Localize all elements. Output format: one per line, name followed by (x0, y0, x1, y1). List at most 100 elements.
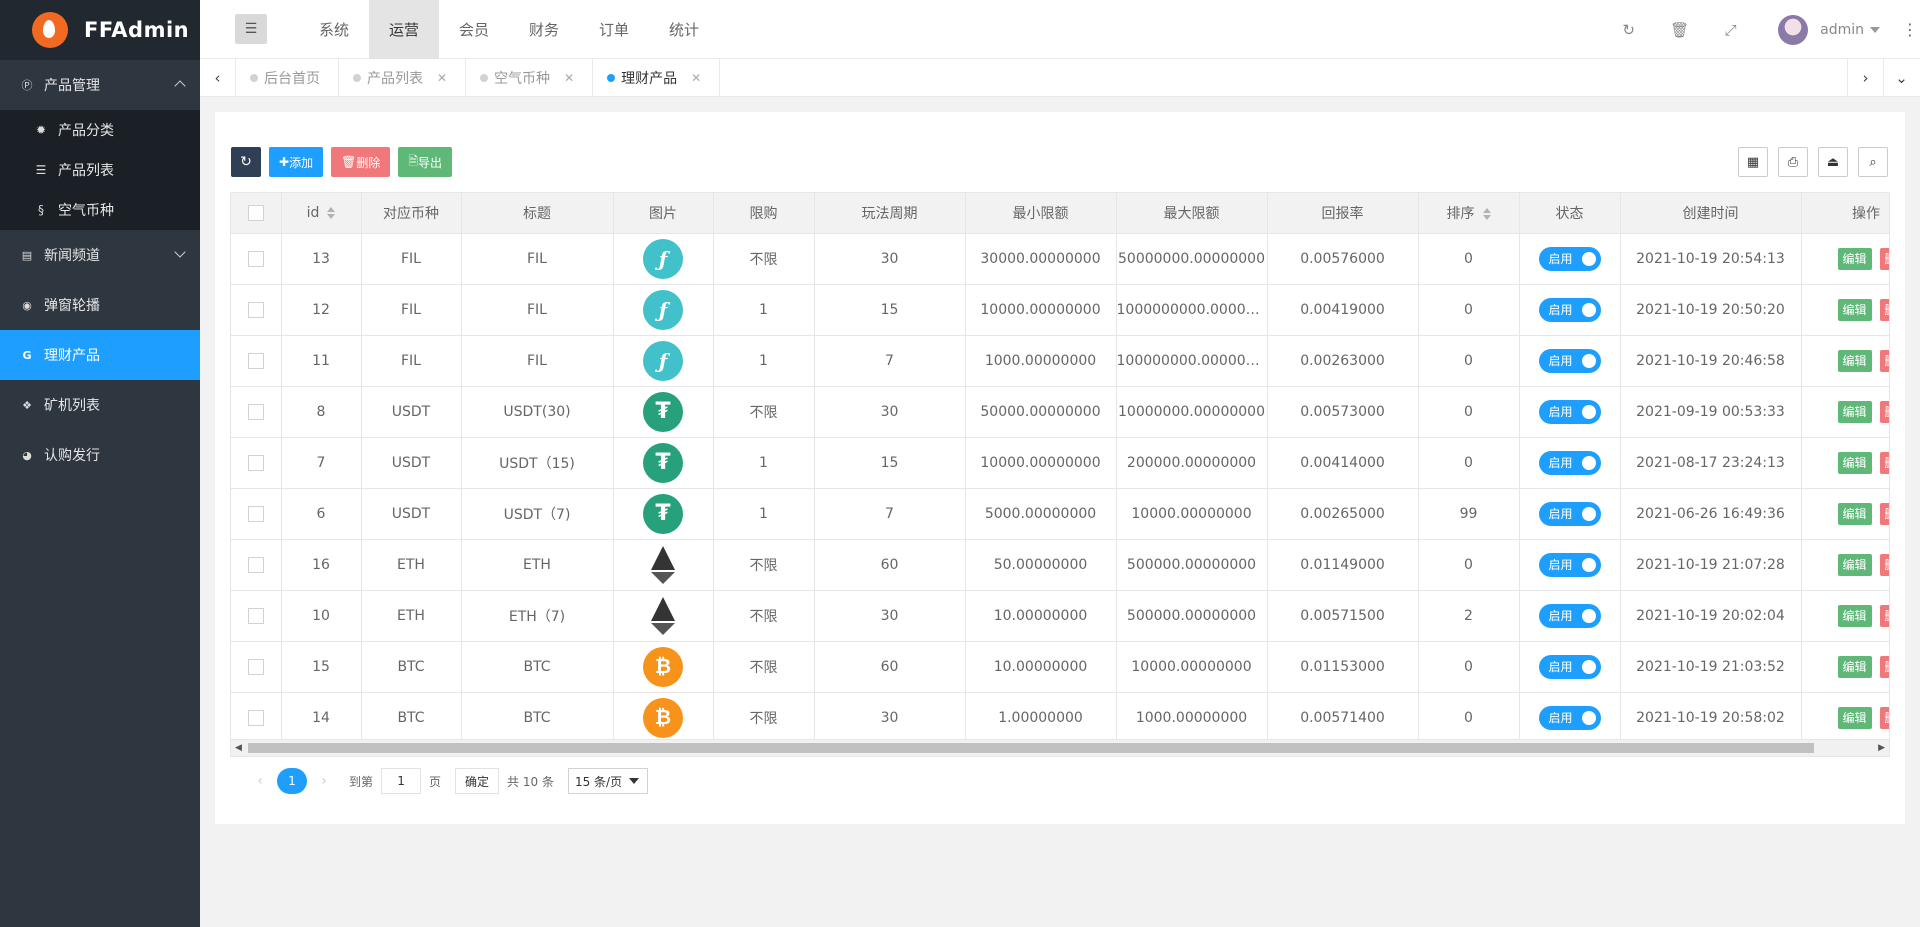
search-icon[interactable]: ⌕ (1858, 147, 1888, 177)
column-header-id[interactable]: id (281, 193, 362, 234)
top-nav-finance[interactable]: 财务 (509, 0, 579, 59)
logo[interactable]: FFAdmin (0, 0, 200, 60)
row-checkbox[interactable] (247, 658, 264, 675)
table-row[interactable]: 13 FIL FIL ƒ 不限 30 30000.00000000 50000000.0000… (231, 233, 1889, 285)
status-toggle[interactable]: 启用 (1538, 603, 1601, 628)
table-row[interactable]: 16 ETH ETH 不限 60 50.00000000 500000.00000000 0.… (231, 539, 1889, 591)
sidebar-subitem-air-coin[interactable]: § 空气币种 (0, 190, 200, 230)
sidebar-item-miners[interactable]: ❖ 矿机列表 (0, 380, 200, 430)
table-row[interactable]: 11 FIL FIL ƒ 1 7 1000.00000000 100000000.000000… (231, 335, 1889, 387)
row-delete-button[interactable]: 删除 (1879, 247, 1889, 270)
columns-icon[interactable]: ▦ (1738, 147, 1768, 177)
top-nav-orders[interactable]: 订单 (579, 0, 649, 59)
row-checkbox[interactable] (247, 556, 264, 573)
scroll-left-arrow-icon[interactable]: ◀ (235, 743, 242, 753)
sidebar-toggle-button[interactable]: ☰ (235, 14, 267, 44)
table-row[interactable]: 8 USDT USDT(30) ₮ 不限 30 50000.00000000 10000000… (231, 386, 1889, 438)
tab-financial-products[interactable]: 理财产品 ✕ (593, 59, 721, 96)
table-row[interactable]: 12 FIL FIL ƒ 1 15 10000.00000000 1000000000.000… (231, 284, 1889, 336)
tab-home[interactable]: 后台首页 (236, 59, 339, 96)
top-nav-system[interactable]: 系统 (299, 0, 369, 59)
top-nav-statistics[interactable]: 统计 (649, 0, 719, 59)
sidebar-item-subscription[interactable]: ◕ 认购发行 (0, 430, 200, 480)
status-toggle[interactable]: 启用 (1538, 399, 1601, 424)
horizontal-scrollbar[interactable]: ◀ ▶ (231, 739, 1889, 756)
edit-button[interactable]: 编辑 (1837, 502, 1872, 525)
user-menu[interactable]: admin (1756, 14, 1900, 45)
status-toggle[interactable]: 启用 (1538, 552, 1601, 577)
edit-button[interactable]: 编辑 (1837, 298, 1872, 321)
print-icon[interactable]: ⎙ (1778, 147, 1808, 177)
row-delete-button[interactable]: 删除 (1879, 451, 1889, 474)
edit-button[interactable]: 编辑 (1837, 349, 1872, 372)
row-checkbox[interactable] (247, 301, 264, 318)
top-nav-members[interactable]: 会员 (439, 0, 509, 59)
fullscreen-icon[interactable]: ⤢ (1705, 0, 1756, 59)
sort-icon[interactable] (327, 206, 336, 219)
status-toggle[interactable]: 启用 (1538, 348, 1601, 373)
row-delete-button[interactable]: 删除 (1879, 349, 1889, 372)
edit-button[interactable]: 编辑 (1837, 655, 1872, 678)
row-delete-button[interactable]: 删除 (1879, 502, 1889, 525)
next-page-icon[interactable]: › (307, 773, 341, 789)
status-toggle[interactable]: 启用 (1538, 654, 1601, 679)
status-toggle[interactable]: 启用 (1538, 297, 1601, 322)
delete-button[interactable]: 🗑 删除 (331, 147, 391, 177)
row-checkbox[interactable] (247, 403, 264, 420)
row-checkbox[interactable] (247, 454, 264, 471)
edit-button[interactable]: 编辑 (1837, 706, 1872, 729)
status-toggle[interactable]: 启用 (1538, 705, 1601, 730)
table-row[interactable]: 7 USDT USDT（15) ₮ 1 15 10000.00000000 200000.00… (231, 437, 1889, 489)
sidebar-item-popup-carousel[interactable]: ◉ 弹窗轮播 (0, 280, 200, 330)
tabs-scroll-left-icon[interactable]: ‹ (200, 59, 236, 96)
edit-button[interactable]: 编辑 (1837, 247, 1872, 270)
close-icon[interactable]: ✕ (437, 71, 447, 85)
status-toggle[interactable]: 启用 (1538, 450, 1601, 475)
sidebar-item-product-management[interactable]: Ⓟ 产品管理 (0, 60, 200, 110)
scroll-right-arrow-icon[interactable]: ▶ (1878, 743, 1885, 753)
scrollbar-thumb[interactable] (248, 743, 1814, 753)
select-all-checkbox[interactable] (247, 204, 264, 221)
page-size-select[interactable]: 15 条/页 (567, 768, 648, 794)
top-nav-operations[interactable]: 运营 (369, 0, 439, 59)
sidebar-subitem-category[interactable]: ✹ 产品分类 (0, 110, 200, 150)
row-delete-button[interactable]: 删除 (1879, 655, 1889, 678)
row-checkbox[interactable] (247, 607, 264, 624)
refresh-icon[interactable]: ↻ (1603, 0, 1654, 59)
edit-button[interactable]: 编辑 (1837, 553, 1872, 576)
tabs-scroll-right-icon[interactable]: › (1847, 59, 1883, 96)
more-vertical-icon[interactable]: ⋮ (1900, 20, 1920, 39)
refresh-button[interactable]: ↻ (231, 147, 261, 177)
row-delete-button[interactable]: 删除 (1879, 298, 1889, 321)
sort-icon[interactable] (1482, 207, 1491, 220)
row-delete-button[interactable]: 删除 (1879, 706, 1889, 729)
edit-button[interactable]: 编辑 (1837, 400, 1872, 423)
close-icon[interactable]: ✕ (564, 71, 574, 85)
row-delete-button[interactable]: 删除 (1879, 553, 1889, 576)
sidebar-item-financial-products[interactable]: G 理财产品 (0, 330, 200, 380)
column-header-sort[interactable]: 排序 (1418, 193, 1520, 234)
row-delete-button[interactable]: 删除 (1879, 604, 1889, 627)
export-button[interactable]: 🗎 导出 (398, 147, 452, 177)
confirm-page-button[interactable]: 确定 (455, 768, 500, 794)
tab-air-coin[interactable]: 空气币种 ✕ (466, 59, 594, 96)
tabs-menu-chevron-icon[interactable]: ⌄ (1883, 59, 1919, 96)
prev-page-icon[interactable]: ‹ (243, 773, 277, 789)
table-row[interactable]: 10 ETH ETH（7) 不限 30 10.00000000 500000.0000000… (231, 590, 1889, 642)
row-checkbox[interactable] (247, 505, 264, 522)
status-toggle[interactable]: 启用 (1538, 246, 1601, 271)
page-input[interactable]: 1 (381, 768, 422, 794)
row-checkbox[interactable] (247, 352, 264, 369)
table-row[interactable]: 14 BTC BTC ₿ 不限 30 1.00000000 1000.00000000 0.00… (231, 692, 1889, 744)
close-icon[interactable]: ✕ (691, 71, 701, 85)
table-row[interactable]: 6 USDT USDT（7) ₮ 1 7 5000.00000000 10000.000000… (231, 488, 1889, 540)
table-row[interactable]: 15 BTC BTC ₿ 不限 60 10.00000000 10000.00000000 0.… (231, 641, 1889, 693)
tab-product-list[interactable]: 产品列表 ✕ (339, 59, 467, 96)
row-delete-button[interactable]: 删除 (1879, 400, 1889, 423)
row-checkbox[interactable] (247, 709, 264, 726)
add-button[interactable]: ✚ 添加 (269, 147, 324, 177)
edit-button[interactable]: 编辑 (1837, 604, 1872, 627)
current-page[interactable]: 1 (277, 768, 307, 794)
row-checkbox[interactable] (247, 250, 264, 267)
trash-icon[interactable]: 🗑 (1654, 0, 1705, 59)
